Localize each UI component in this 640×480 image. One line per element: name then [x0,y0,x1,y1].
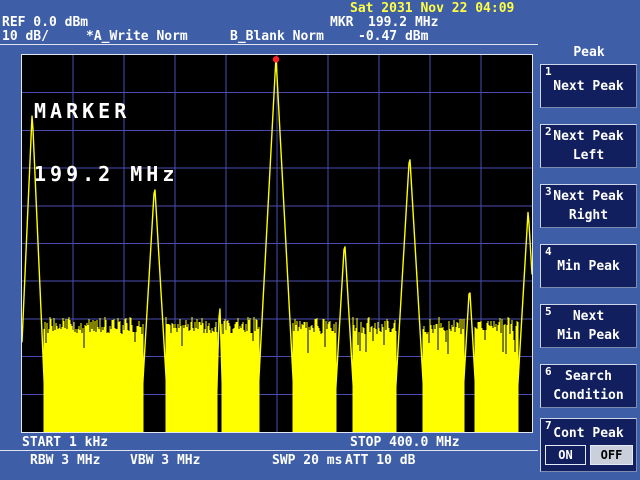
softkey-label-line1: Next Peak [553,129,624,144]
softkey-number: 1 [545,65,552,78]
softkey-label-line1: Search [565,369,612,384]
softkey-3-next-peak-right[interactable]: 3 Next Peak Right [540,184,637,228]
cont-peak-toggle: ON OFF [541,445,636,467]
softkey-label-line2: Right [568,208,609,223]
softkey-label-line1: Next Peak [553,189,624,204]
softkey-4-min-peak[interactable]: 4 Min Peak [540,244,637,288]
softkey-number: 2 [545,125,552,138]
ref-level-label: REF 0.0 dBm [2,15,89,30]
marker-annotation-title: MARKER [34,99,131,123]
cont-peak-on-button[interactable]: ON [545,445,586,465]
softkey-number: 4 [545,245,552,258]
header-divider [0,44,538,45]
softkey-label-line1: Cont Peak [553,426,624,441]
menu-title: Peak [573,45,605,60]
sweep-time-label: SWP 20 ms [272,453,343,468]
stop-freq-label: STOP 400.0 MHz [350,435,460,450]
noise-floor [43,317,519,432]
vbw-label: VBW 3 MHz [130,453,201,468]
marker-dot [272,56,280,63]
marker-frequency-readout: 199.2 MHz [368,15,439,30]
softkey-5-next-min-peak[interactable]: 5 Next Min Peak [540,304,637,348]
marker-level-readout: -0.47 dBm [358,29,429,44]
trace-b-mode-label: B_Blank Norm [230,29,324,44]
marker-readout-label: MKR [330,15,354,30]
softkey-label-line2: Condition [553,388,624,403]
spectrum-display: MARKER 199.2 MHz [21,54,533,433]
softkey-menu: Peak 1 Next Peak 2 Next Peak Left 3 Next… [538,44,640,480]
softkey-label-line2: Min Peak [557,328,620,343]
softkey-label-line1: Min Peak [557,258,620,274]
softkey-2-next-peak-left[interactable]: 2 Next Peak Left [540,124,637,168]
marker-annotation-freq: 199.2 MHz [34,162,179,186]
scale-label: 10 dB/ [2,29,49,44]
softkey-label-line1: Next Peak [553,78,624,94]
footer-divider [0,450,538,451]
softkey-label-line1: Next [572,309,605,324]
softkey-number: 5 [545,305,552,318]
softkey-number: 3 [545,185,552,198]
softkey-6-search-condition[interactable]: 6 Search Condition [540,364,637,408]
softkey-number: 7 [545,419,552,432]
softkey-1-next-peak[interactable]: 1 Next Peak [540,64,637,108]
trace-a-mode-label: *A_Write Norm [86,29,188,44]
softkey-label-line2: Left [572,148,605,163]
spectrum-analyzer-screen: { "colors": { "background": "#3e5fa7", "… [0,0,640,480]
softkey-7-cont-peak[interactable]: 7 Cont Peak ON OFF [540,418,637,472]
start-freq-label: START 1 kHz [22,435,109,450]
cont-peak-off-button[interactable]: OFF [590,445,633,465]
datetime-display: Sat 2031 Nov 22 04:09 [350,1,515,16]
softkey-number: 6 [545,365,552,378]
attenuation-label: ATT 10 dB [345,453,416,468]
marker-annotation: MARKER 199.2 MHz [34,59,178,227]
rbw-label: RBW 3 MHz [30,453,101,468]
